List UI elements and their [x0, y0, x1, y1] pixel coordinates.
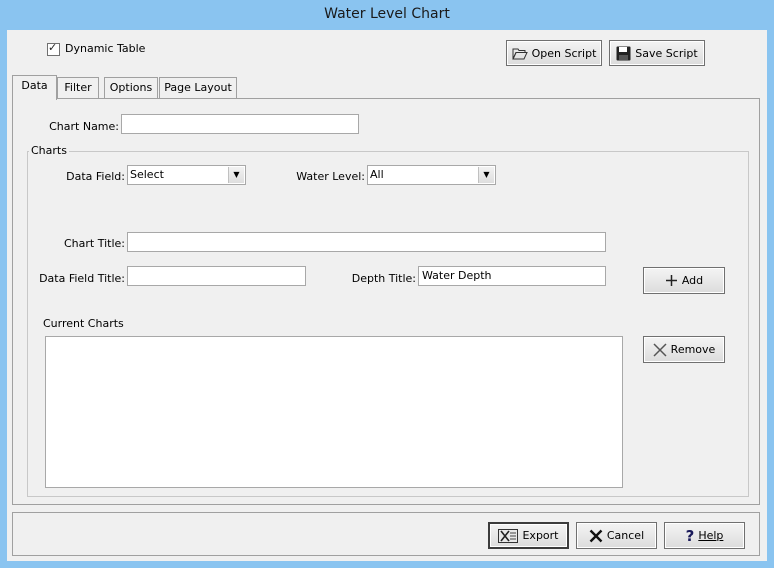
help-label: Help — [698, 529, 724, 542]
current-charts-label: Current Charts — [43, 317, 124, 330]
cancel-label: Cancel — [606, 529, 645, 542]
depth-title-field[interactable]: Water Depth — [418, 266, 606, 286]
charts-group-label: Charts — [29, 144, 69, 157]
chart-title-label: Chart Title: — [63, 237, 125, 250]
tab-options[interactable]: Options — [104, 77, 158, 98]
chart-name-label: Chart Name: — [49, 120, 119, 133]
dynamic-table-checkbox[interactable] — [47, 41, 60, 56]
current-charts-list[interactable] — [45, 336, 623, 488]
water-level-select[interactable]: All ▼ — [367, 165, 496, 185]
data-tab-panel: Chart Name: Charts Data Field: Select ▼ … — [12, 98, 760, 505]
data-field-title-label: Data Field Title: — [39, 272, 125, 285]
export-label: Export — [522, 529, 559, 542]
data-field-select[interactable]: Select ▼ — [127, 165, 246, 185]
cancel-button[interactable]: Cancel — [576, 522, 657, 549]
tab-page-layout[interactable]: Page Layout — [159, 77, 237, 98]
dynamic-table-label: Dynamic Table — [65, 42, 146, 55]
x-icon — [653, 342, 667, 357]
data-field-value: Select — [130, 168, 164, 181]
chart-title-field[interactable] — [127, 232, 606, 252]
tab-filter[interactable]: Filter — [57, 77, 99, 98]
folder-open-icon — [511, 47, 528, 60]
chevron-down-icon[interactable]: ▼ — [228, 167, 244, 183]
help-question-icon: ? — [685, 526, 695, 545]
dialog-client: Dynamic Table Open Script Save Script Da… — [7, 30, 767, 561]
export-button[interactable]: Export — [488, 522, 569, 549]
save-script-button[interactable]: Save Script — [609, 40, 705, 66]
add-button[interactable]: Add — [643, 267, 725, 294]
depth-title-label: Depth Title: — [351, 272, 416, 285]
save-script-label: Save Script — [635, 46, 698, 60]
water-level-value: All — [370, 168, 384, 181]
tab-data[interactable]: Data — [12, 75, 57, 100]
data-field-title-field[interactable] — [127, 266, 306, 286]
add-label: Add — [681, 274, 704, 287]
chart-name-field[interactable] — [121, 114, 359, 134]
help-button[interactable]: ? Help — [664, 522, 745, 549]
plus-icon — [665, 274, 678, 287]
window-title: Water Level Chart — [0, 0, 774, 30]
chevron-down-icon[interactable]: ▼ — [478, 167, 494, 183]
remove-button[interactable]: Remove — [643, 336, 725, 363]
water-level-label: Water Level: — [296, 170, 365, 183]
data-field-label: Data Field: — [66, 170, 125, 183]
open-script-label: Open Script — [531, 46, 597, 60]
remove-label: Remove — [670, 343, 716, 356]
cancel-x-icon — [589, 529, 603, 543]
open-script-button[interactable]: Open Script — [506, 40, 602, 66]
floppy-disk-icon — [616, 46, 631, 61]
export-icon — [498, 528, 519, 543]
